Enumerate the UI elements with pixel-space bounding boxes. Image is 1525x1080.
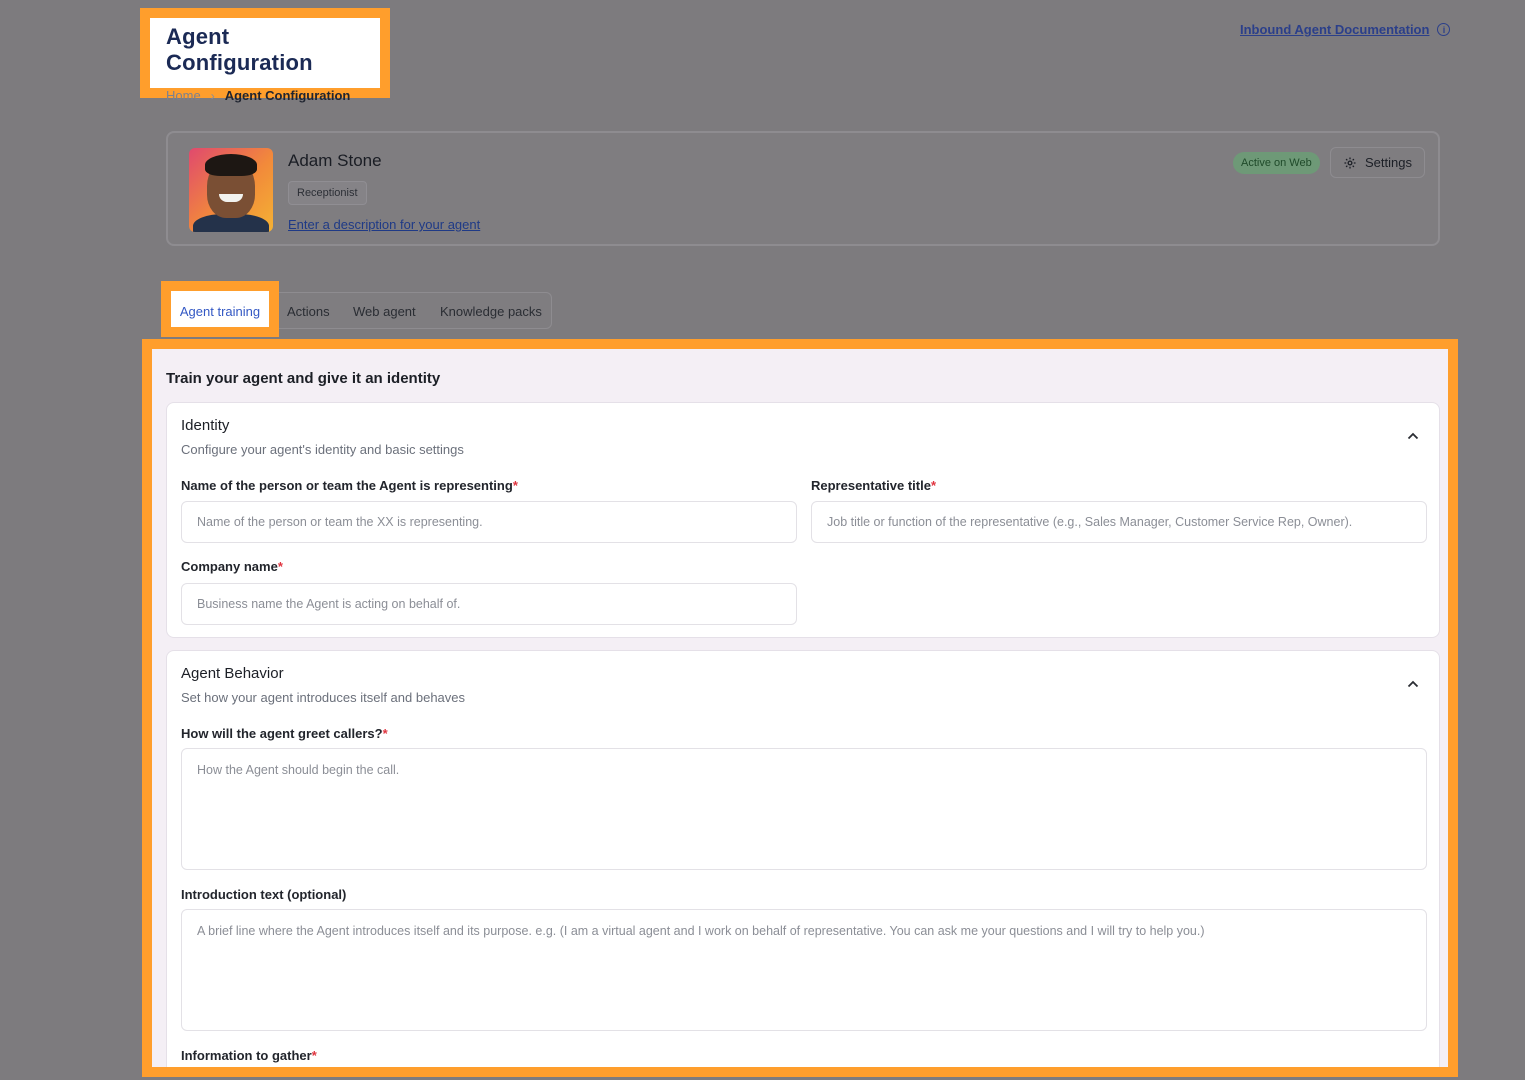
label-text: Information to gather — [181, 1048, 312, 1063]
greet-field-label: How will the agent greet callers?* — [181, 726, 388, 741]
documentation-link[interactable]: Inbound Agent Documentation — [1240, 22, 1429, 37]
breadcrumb: Home › Agent Configuration — [166, 88, 380, 103]
agent-behavior-section: Agent Behavior Set how your agent introd… — [166, 650, 1440, 1067]
introduction-textarea[interactable] — [181, 909, 1427, 1031]
label-text: Introduction text (optional) — [181, 887, 347, 902]
page-header: Agent Configuration Home › Agent Configu… — [140, 8, 390, 103]
chevron-up-icon[interactable] — [1407, 432, 1419, 440]
info-icon[interactable]: i — [1437, 23, 1451, 36]
avatar-hair — [205, 154, 257, 176]
company-field-label: Company name* — [181, 559, 283, 574]
label-text: Name of the person or team the Agent is … — [181, 478, 513, 493]
agent-card: Adam Stone Receptionist Enter a descript… — [166, 131, 1440, 246]
section-title: Identity — [181, 417, 230, 434]
panel-heading: Train your agent and give it an identity — [166, 370, 441, 387]
tab-web-agent[interactable]: Web agent — [353, 304, 416, 319]
role-badge: Receptionist — [288, 181, 367, 205]
representing-name-input[interactable] — [181, 501, 797, 543]
section-subtitle: Set how your agent introduces itself and… — [181, 690, 466, 705]
gear-icon — [1344, 156, 1356, 169]
chevron-up-icon[interactable] — [1407, 680, 1419, 688]
agent-description-link[interactable]: Enter a description for your agent — [288, 217, 480, 232]
tab-actions[interactable]: Actions — [287, 304, 330, 319]
label-text: Representative title — [811, 478, 931, 493]
company-name-input[interactable] — [181, 583, 797, 625]
avatar — [189, 148, 273, 232]
required-marker: * — [311, 1048, 317, 1063]
label-text: Company name — [181, 559, 278, 574]
info-gather-field-label: Information to gather* — [181, 1048, 317, 1063]
tab-label: Agent training — [179, 304, 261, 319]
breadcrumb-current: Agent Configuration — [224, 88, 351, 103]
name-field-label: Name of the person or team the Agent is … — [181, 478, 518, 493]
intro-field-label: Introduction text (optional) — [181, 887, 346, 902]
tab-knowledge-packs[interactable]: Knowledge packs — [440, 304, 542, 319]
label-text: How will the agent greet callers? — [181, 726, 383, 741]
greeting-textarea[interactable] — [181, 748, 1427, 870]
representative-title-input[interactable] — [811, 501, 1427, 543]
chevron-right-icon: › — [210, 88, 215, 103]
identity-section: Identity Configure your agent's identity… — [166, 402, 1440, 638]
required-marker: * — [512, 478, 518, 493]
documentation-link-group: Inbound Agent Documentation i — [1240, 22, 1451, 37]
agent-name: Adam Stone — [288, 151, 382, 170]
settings-label: Settings — [1365, 155, 1412, 170]
section-subtitle: Configure your agent's identity and basi… — [181, 442, 464, 457]
page-title: Agent Configuration — [166, 24, 313, 75]
required-marker: * — [277, 559, 283, 574]
agent-training-panel: Train your agent and give it an identity… — [142, 339, 1458, 1077]
required-marker: * — [382, 726, 388, 741]
required-marker: * — [930, 478, 936, 493]
section-title: Agent Behavior — [181, 665, 284, 682]
tab-agent-training[interactable]: Agent training — [161, 281, 279, 337]
status-badge: Active on Web — [1233, 152, 1320, 174]
breadcrumb-home[interactable]: Home — [166, 88, 201, 103]
title-field-label: Representative title* — [811, 478, 936, 493]
settings-button[interactable]: Settings — [1330, 147, 1425, 178]
